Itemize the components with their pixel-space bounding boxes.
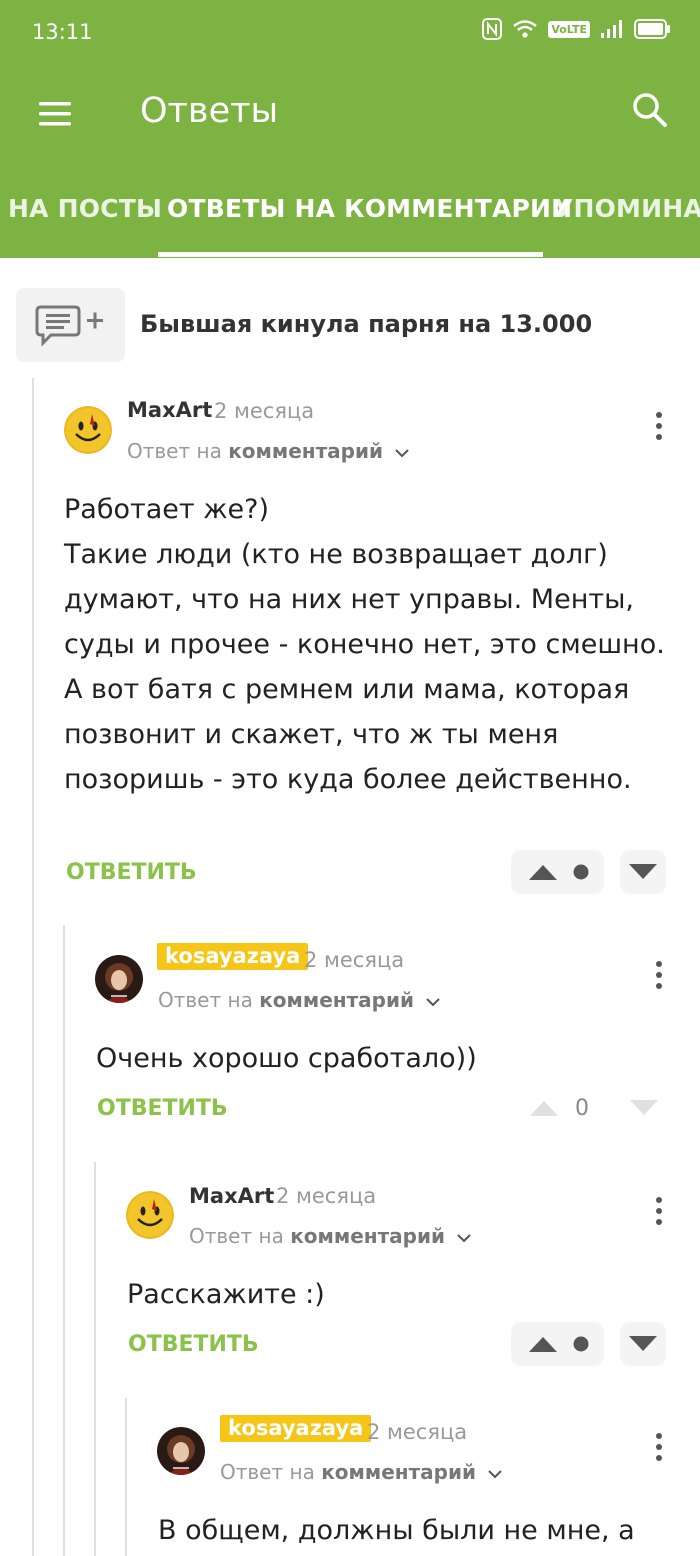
chevron-down-icon: [395, 449, 410, 458]
volte-icon: VoLTE: [548, 20, 590, 38]
rating-dot-icon: [573, 864, 589, 880]
rating-dot-icon: [573, 1336, 589, 1352]
comment-text: Очень хорошо сработало)): [96, 1043, 477, 1074]
comment-age: 2 месяца: [276, 1184, 377, 1208]
page-title: Ответы: [140, 91, 279, 131]
avatar[interactable]: [64, 406, 112, 454]
reply-to[interactable]: Ответ на комментарий: [127, 439, 410, 463]
more-options-icon[interactable]: [649, 1191, 669, 1231]
thread-line: [125, 1398, 127, 1556]
thread-line: [63, 925, 65, 1556]
reply-button[interactable]: ОТВЕТИТЬ: [66, 860, 197, 885]
comment-age: 2 месяца: [367, 1420, 468, 1444]
author-name[interactable]: kosayazaya: [220, 1415, 372, 1442]
author-name[interactable]: MaxArt: [127, 398, 212, 422]
reply-to[interactable]: Ответ на комментарий: [189, 1224, 472, 1248]
more-options-icon[interactable]: [649, 406, 669, 446]
vote-controls: 0: [511, 1086, 604, 1130]
downvote-icon[interactable]: [627, 1335, 659, 1353]
upvote-icon[interactable]: [528, 1099, 560, 1117]
battery-icon: [634, 18, 672, 40]
add-comment-icon[interactable]: [16, 288, 125, 362]
tab-posts[interactable]: НА ПОСТЫ: [8, 194, 162, 223]
comment-text: Расскажите :): [127, 1279, 325, 1310]
comment-text: Работает же?) Такие люди (кто не возвращ…: [64, 494, 665, 795]
tab-comment-replies[interactable]: ОТВЕТЫ НА КОММЕНТАРИИ: [167, 194, 572, 223]
post-header[interactable]: Бывшая кинула парня на 13.000: [16, 288, 684, 362]
upvote-icon[interactable]: [527, 1335, 559, 1353]
post-title[interactable]: Бывшая кинула парня на 13.000: [140, 310, 592, 338]
downvote-icon[interactable]: [628, 1099, 660, 1117]
comment-age: 2 месяца: [304, 948, 405, 972]
chevron-down-icon: [457, 1234, 472, 1243]
comment-text: В общем, должны были не мне, а: [158, 1515, 635, 1546]
search-icon[interactable]: [630, 90, 670, 130]
downvote-button[interactable]: [620, 1322, 666, 1366]
avatar[interactable]: [126, 1191, 174, 1239]
status-icons: VoLTE: [482, 18, 672, 40]
signal-icon: [600, 19, 624, 39]
downvote-button[interactable]: [620, 850, 666, 894]
vote-controls: [511, 850, 604, 894]
author-name[interactable]: kosayazaya: [157, 943, 309, 970]
reply-button[interactable]: ОТВЕТИТЬ: [128, 1332, 259, 1357]
reply-to[interactable]: Ответ на комментарий: [220, 1460, 503, 1484]
menu-icon[interactable]: [36, 94, 76, 134]
downvote-icon[interactable]: [627, 863, 659, 881]
status-bar: 13:11 VoLTE: [32, 18, 672, 48]
avatar[interactable]: [95, 955, 143, 1003]
more-options-icon[interactable]: [649, 955, 669, 995]
author-name[interactable]: MaxArt: [189, 1184, 274, 1208]
thread-line: [32, 378, 34, 1556]
reply-button[interactable]: ОТВЕТИТЬ: [97, 1096, 228, 1121]
app-bar: 13:11 VoLTE Ответы НА ПОСТЫ ОТВЕТЫ НА КО…: [0, 0, 700, 258]
tab-bar: НА ПОСТЫ ОТВЕТЫ НА КОММЕНТАРИИ УПОМИНАНИ…: [0, 180, 700, 258]
rating-value: 0: [575, 1096, 589, 1121]
chevron-down-icon: [488, 1470, 503, 1479]
vote-controls: [511, 1322, 604, 1366]
wifi-icon: [512, 19, 538, 39]
toolbar: Ответы: [0, 88, 700, 138]
comment-age: 2 месяца: [214, 399, 315, 423]
tab-mentions[interactable]: УПОМИНАНИЯ: [554, 194, 700, 223]
status-time: 13:11: [32, 20, 93, 44]
upvote-icon[interactable]: [527, 863, 559, 881]
downvote-button[interactable]: [620, 1086, 666, 1130]
reply-to[interactable]: Ответ на комментарий: [158, 988, 441, 1012]
more-options-icon[interactable]: [649, 1427, 669, 1467]
chevron-down-icon: [426, 998, 441, 1007]
tab-indicator: [158, 252, 543, 257]
thread-line: [94, 1162, 96, 1556]
nfc-icon: [482, 18, 503, 40]
avatar[interactable]: [157, 1427, 205, 1475]
